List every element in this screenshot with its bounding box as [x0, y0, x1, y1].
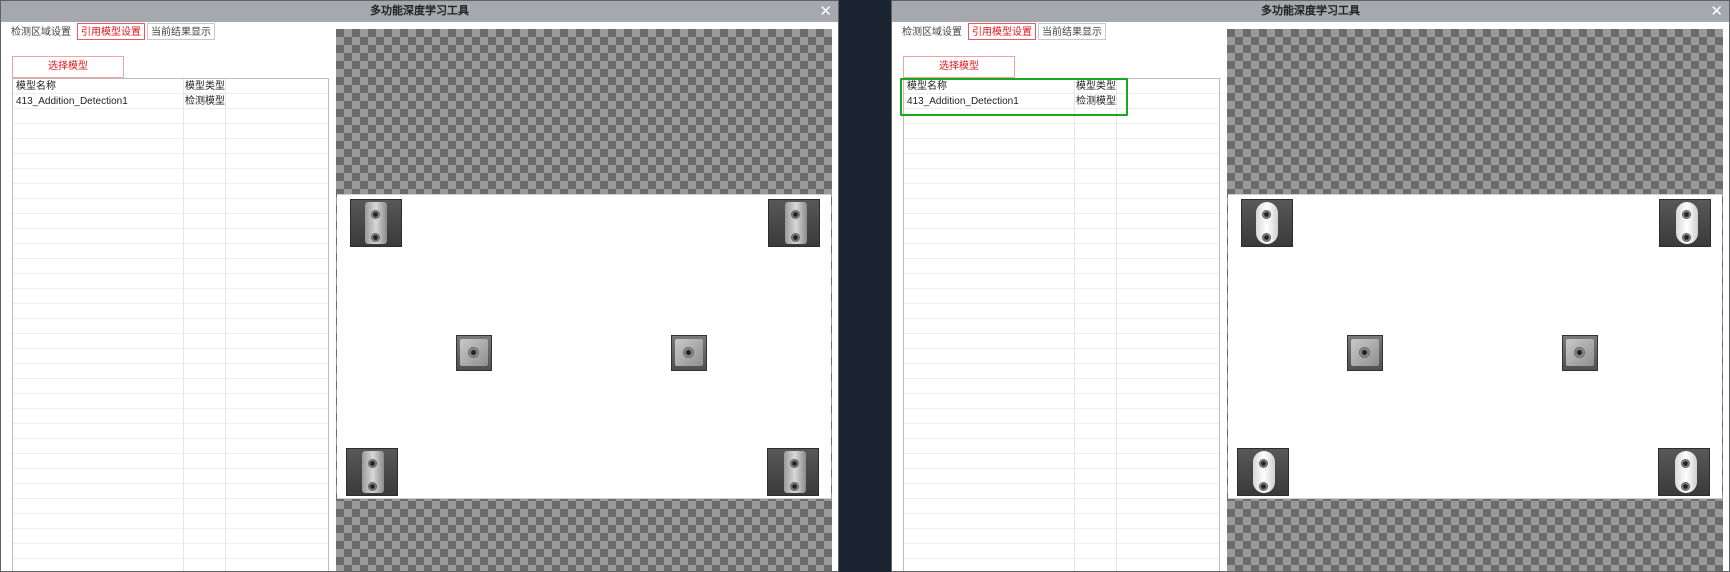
model-row-highlight — [900, 78, 1128, 116]
part-image-top-right — [1659, 199, 1711, 247]
tab-current-result-display[interactable]: 当前结果显示 — [1038, 23, 1106, 40]
column-divider — [183, 79, 184, 571]
model-name-cell: 413_Addition_Detection1 — [16, 96, 128, 107]
part-image-bottom-right — [1658, 448, 1710, 496]
part-image-center-left — [456, 335, 492, 371]
tab-detection-region-settings[interactable]: 检测区域设置 — [7, 23, 75, 40]
part-image-center-left — [1347, 335, 1383, 371]
part-image-center-right — [1562, 335, 1598, 371]
image-viewer[interactable] — [1227, 29, 1723, 571]
title-bar: 多功能深度学习工具 ✕ — [1, 1, 838, 22]
close-icon[interactable]: ✕ — [1710, 2, 1723, 21]
column-divider — [1116, 79, 1117, 571]
tab-current-result-display[interactable]: 当前结果显示 — [147, 23, 215, 40]
model-type-cell: 检测模型 — [185, 96, 225, 107]
inspection-image — [337, 194, 831, 499]
part-image-bottom-left — [346, 448, 398, 496]
model-table: 模型名称 模型类型 413_Addition_Detection1 检测模型 — [903, 78, 1220, 571]
deep-learning-tool-window: 多功能深度学习工具 ✕ 检测区域设置 引用模型设置 当前结果显示 选择模型 模型… — [891, 0, 1730, 572]
inspection-image — [1228, 194, 1722, 499]
part-image-center-right — [671, 335, 707, 371]
tab-reference-model-settings[interactable]: 引用模型设置 — [968, 23, 1036, 40]
table-header-row: 模型名称 模型类型 — [13, 79, 328, 94]
part-image-top-left — [1241, 199, 1293, 247]
select-model-button[interactable]: 选择模型 — [12, 56, 124, 78]
part-image-top-right — [768, 199, 820, 247]
table-row[interactable]: 413_Addition_Detection1 检测模型 — [13, 94, 328, 109]
tab-bar: 检测区域设置 引用模型设置 当前结果显示 — [7, 23, 217, 41]
part-image-top-left — [350, 199, 402, 247]
tab-bar: 检测区域设置 引用模型设置 当前结果显示 — [898, 23, 1108, 41]
table-grid — [904, 79, 1219, 571]
window-title: 多功能深度学习工具 — [1261, 5, 1360, 17]
tab-reference-model-settings[interactable]: 引用模型设置 — [77, 23, 145, 40]
part-image-bottom-left — [1237, 448, 1289, 496]
title-bar: 多功能深度学习工具 ✕ — [892, 1, 1729, 22]
close-icon[interactable]: ✕ — [819, 2, 832, 21]
column-header-model-name: 模型名称 — [16, 81, 56, 92]
column-header-model-type: 模型类型 — [185, 81, 225, 92]
column-divider — [225, 79, 226, 571]
tab-detection-region-settings[interactable]: 检测区域设置 — [898, 23, 966, 40]
part-image-bottom-right — [767, 448, 819, 496]
model-table: 模型名称 模型类型 413_Addition_Detection1 检测模型 — [12, 78, 329, 571]
column-divider — [1074, 79, 1075, 571]
select-model-button[interactable]: 选择模型 — [903, 56, 1015, 78]
deep-learning-tool-window: 多功能深度学习工具 ✕ 检测区域设置 引用模型设置 当前结果显示 选择模型 模型… — [0, 0, 839, 572]
window-title: 多功能深度学习工具 — [370, 5, 469, 17]
table-grid — [13, 79, 328, 571]
image-viewer[interactable] — [336, 29, 832, 571]
